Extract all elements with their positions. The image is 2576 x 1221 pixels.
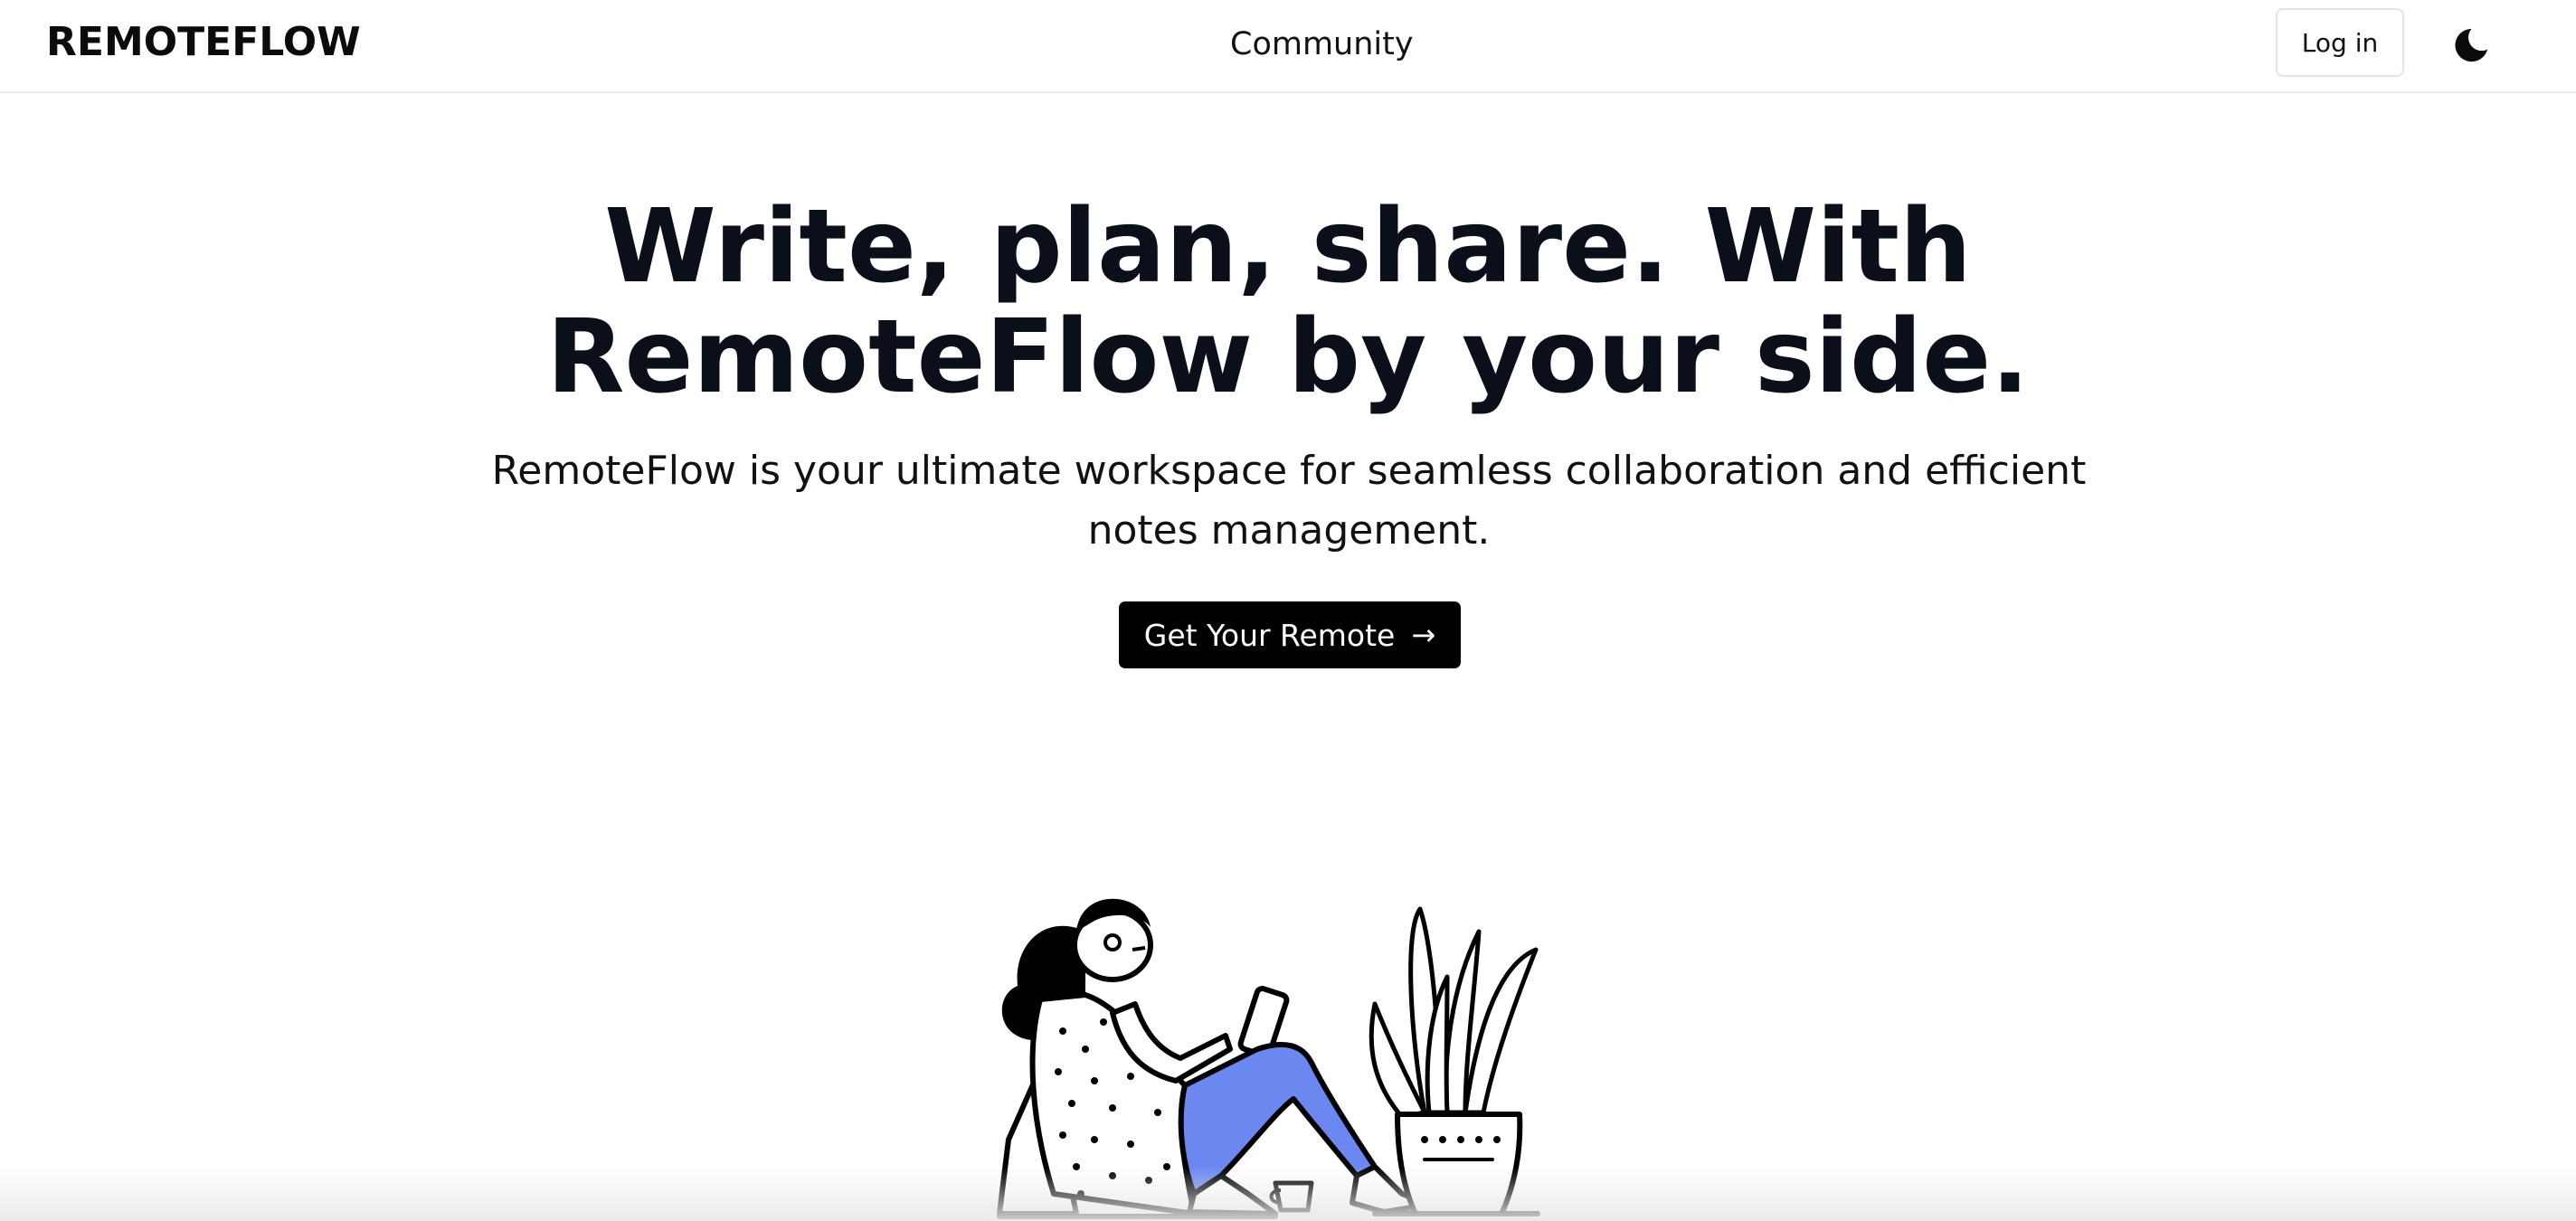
- nav-link-community[interactable]: Community: [1230, 25, 1414, 63]
- cta-label: Get Your Remote: [1143, 617, 1396, 653]
- hero-title: Write, plan, share. With RemoteFlow by y…: [0, 192, 2576, 412]
- arrow-right-icon: →: [1411, 618, 1436, 652]
- hero-subtitle: RemoteFlow is your ultimate workspace fo…: [491, 448, 2087, 554]
- top-navbar: REMOTEFLOW Community Log in: [0, 0, 2576, 93]
- hero-title-line-1: Write, plan, share. With: [604, 188, 1972, 306]
- brand-logo[interactable]: REMOTEFLOW: [46, 23, 361, 62]
- moon-icon: [2455, 28, 2488, 62]
- login-button[interactable]: Log in: [2276, 8, 2404, 77]
- hero-title-line-2: RemoteFlow by your side.: [546, 298, 2030, 416]
- woman-reading-illustration: [997, 898, 1540, 1219]
- get-your-remote-button[interactable]: Get Your Remote →: [1119, 601, 1461, 668]
- theme-toggle-button[interactable]: [2442, 16, 2500, 74]
